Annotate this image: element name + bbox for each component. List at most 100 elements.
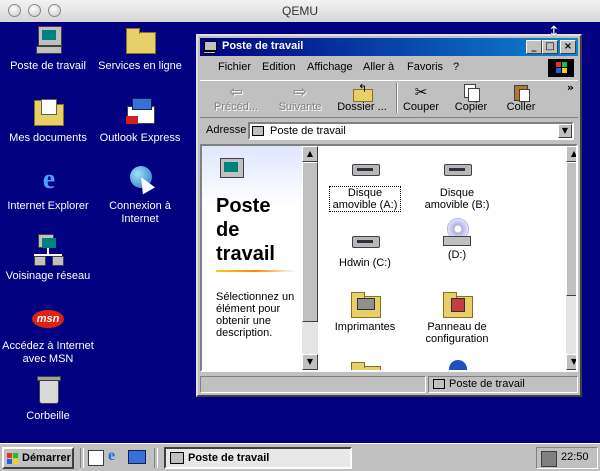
info-description: Sélectionnez un élément pour obtenir une… [216,291,295,339]
close-button[interactable]: × [560,40,576,54]
paste-button[interactable]: Coller [500,83,542,113]
menu-fichier[interactable]: Fichier [218,61,251,73]
my-computer-icon [32,24,64,56]
desktop-icon-label: Accédez à Internet avec MSN [2,340,94,365]
menu-aller-a[interactable]: Aller à [363,61,394,73]
address-field[interactable]: Poste de travail ▼ [248,122,574,140]
desktop-icon-my-documents[interactable]: Mes documents [0,96,96,145]
msn-icon: msn [32,304,64,336]
back-button[interactable]: ⇦ Précéd... [210,83,262,114]
item-label: Imprimantes [334,321,396,333]
scroll-up-button[interactable]: ▲ [566,146,576,162]
address-bar: Adresse Poste de travail ▼ [200,120,578,142]
address-dropdown-button[interactable]: ▼ [558,124,572,138]
content-scrollbar[interactable]: ▲ ▼ [566,146,576,370]
folder-icon [124,24,156,56]
scissors-icon: ✂ [414,83,428,101]
taskbar: Démarrer e Poste de travail 22:50 [0,443,600,471]
taskbar-item-label: Poste de travail [188,452,270,464]
tray-icon[interactable] [541,451,557,467]
quicklaunch-desktop-icon[interactable] [88,450,104,466]
resize-cursor-icon: ↕ [548,24,560,40]
taskbar-divider [154,448,158,468]
item-partial[interactable] [320,358,410,370]
cut-button[interactable]: ✂ Couper [400,83,442,113]
forward-arrow-icon: ⇨ [293,82,307,101]
toolbar-more-button[interactable]: » [567,81,574,94]
up-folder-icon: ↰ [351,83,373,102]
desktop-icon-connect-internet[interactable]: Connexion à Internet [92,164,188,226]
control-panel-icon [441,288,473,318]
info-title-underline [216,270,296,272]
my-computer-icon [218,158,244,182]
scroll-thumb[interactable] [566,162,576,296]
host-title: QEMU [282,4,318,18]
desktop: Poste de travail Services en ligne Mes d… [0,22,600,443]
item-hdwin-c[interactable]: Hdwin (C:) [320,224,410,269]
menu-edition[interactable]: Edition [262,61,296,73]
start-button[interactable]: Démarrer [2,447,74,469]
desktop-icon-label: Mes documents [9,132,87,144]
maximize-button[interactable]: □ [542,40,558,54]
my-computer-icon [252,126,264,136]
forward-button-label: Suivante [278,101,322,113]
item-label: Hdwin (C:) [339,257,391,269]
item-control-panel[interactable]: Panneau de configuration [412,288,502,345]
folder-icon [349,358,381,370]
info-pane: Poste de travail Sélectionnez un élément… [202,146,302,370]
item-label: Panneau de configuration [425,321,489,345]
my-computer-icon [433,379,445,389]
scroll-down-button[interactable]: ▼ [566,354,576,370]
desktop-icon-my-computer[interactable]: Poste de travail [0,24,96,73]
menu-favoris[interactable]: Favoris [407,61,443,73]
desktop-icon-outlook-express[interactable]: Outlook Express [92,96,188,145]
info-pane-scrollbar[interactable]: ▲ ▼ [302,146,318,370]
scroll-up-button[interactable]: ▲ [302,146,318,162]
quicklaunch-ie-icon[interactable]: e [108,447,115,465]
menu-help[interactable]: ? [453,61,459,73]
desktop-icon-label: Outlook Express [99,132,181,144]
menu-affichage[interactable]: Affichage [307,61,353,73]
taskbar-item-poste-de-travail[interactable]: Poste de travail [164,447,352,469]
recycle-bin-icon [32,374,64,406]
desktop-icon-online-services[interactable]: Services en ligne [92,24,188,73]
clock[interactable]: 22:50 [561,451,589,463]
item-label: Disque amovible (B:) [424,187,490,211]
hard-disk-icon [349,224,381,254]
cd-drive-icon [441,216,473,246]
info-title-line: de [216,219,240,241]
menu-bar: Fichier Edition Affichage Aller à Favori… [200,58,578,78]
desktop-icon-network-neighborhood[interactable]: Voisinage réseau [0,234,96,283]
desktop-icon-internet-explorer[interactable]: e Internet Explorer [0,164,96,213]
item-cd-d[interactable]: (D:) [412,216,502,261]
up-folder-button[interactable]: ↰ Dossier ... [334,83,390,113]
desktop-icon-recycle-bin[interactable]: Corbeille [0,374,96,423]
scroll-thumb[interactable] [302,162,318,322]
desktop-icon-label: Poste de travail [10,60,86,72]
copy-button[interactable]: Copier [450,83,492,113]
status-text: Poste de travail [449,378,525,390]
item-disk-b[interactable]: Disque amovible (B:) [412,154,502,211]
removable-disk-icon [349,154,381,184]
desktop-icon-label: Connexion à Internet [109,200,171,225]
forward-button[interactable]: ⇨ Suivante [274,82,326,114]
quicklaunch-outlook-icon[interactable] [128,450,146,464]
item-disk-a[interactable]: Disque amovible (A:) [320,154,410,212]
window-titlebar[interactable]: Poste de travail _ □ × [200,38,578,56]
minimize-button[interactable]: _ [526,40,542,54]
internet-explorer-icon: e [42,164,56,195]
desktop-icon-label: Voisinage réseau [5,270,91,282]
cut-button-label: Couper [402,101,440,113]
my-computer-icon [170,452,184,464]
item-partial[interactable] [412,358,502,370]
system-tray: 22:50 [536,447,598,469]
desktop-icon-msn[interactable]: msn Accédez à Internet avec MSN [0,304,96,366]
explorer-window: Poste de travail _ □ × Fichier Edition A… [196,34,582,397]
status-bar: Poste de travail [200,376,578,394]
item-printers[interactable]: Imprimantes [320,288,410,333]
paste-button-label: Coller [506,101,536,113]
start-label: Démarrer [22,452,71,464]
copy-button-label: Copier [454,101,488,113]
status-panel [200,376,426,393]
scroll-down-button[interactable]: ▼ [302,354,318,370]
